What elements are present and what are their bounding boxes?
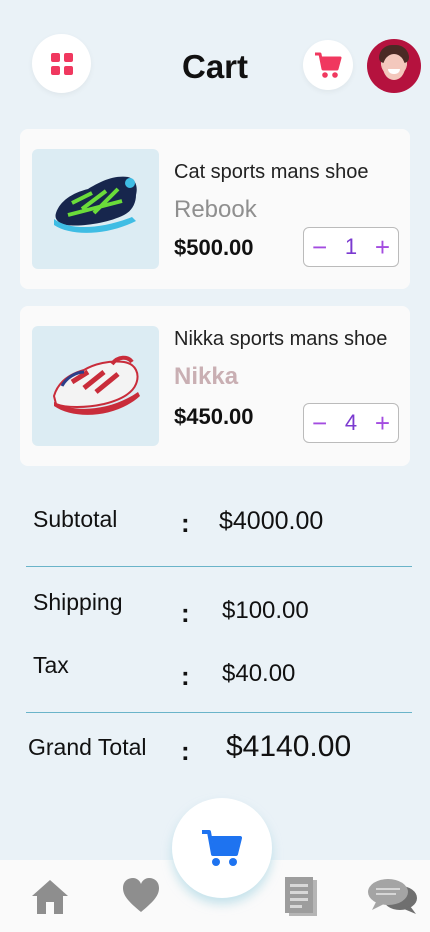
separator: :: [181, 661, 190, 691]
page-title: Cart: [181, 48, 249, 85]
nav-home[interactable]: [30, 876, 70, 916]
separator: :: [181, 736, 190, 766]
plus-icon[interactable]: +: [375, 408, 390, 439]
shipping-label: Shipping: [33, 589, 123, 615]
quantity-value: 1: [344, 234, 358, 259]
item-brand: Rebook: [174, 196, 257, 223]
quantity-value: 4: [344, 410, 358, 435]
item-brand: Nikka: [174, 363, 239, 390]
document-icon: [285, 877, 317, 916]
minus-icon[interactable]: −: [312, 232, 327, 263]
user-avatar[interactable]: [367, 39, 421, 93]
item-name: Cat sports mans shoe: [174, 161, 369, 183]
minus-icon[interactable]: −: [312, 408, 327, 439]
tax-label: Tax: [33, 652, 69, 678]
separator: :: [181, 598, 190, 628]
separator: :: [181, 508, 190, 538]
quantity-stepper: − 4 +: [303, 403, 399, 443]
heart-icon: [123, 878, 159, 912]
cart-icon: [315, 52, 342, 78]
grand-total-label: Grand Total: [28, 734, 147, 760]
nav-messages[interactable]: [366, 876, 420, 916]
nav-orders[interactable]: [283, 876, 319, 918]
item-name: Nikka sports mans shoe: [174, 328, 388, 350]
item-price: $450.00: [174, 404, 254, 429]
shipping-value: $100.00: [222, 597, 309, 624]
product-image: [32, 149, 159, 269]
subtotal-value: $4000.00: [219, 507, 324, 535]
subtotal-label: Subtotal: [33, 506, 118, 532]
cart-item: Cat sports mans shoe Rebook $500.00 − 1 …: [20, 129, 410, 289]
cart-button[interactable]: [303, 40, 353, 90]
grand-total-value: $4140.00: [226, 730, 352, 763]
nav-favorites[interactable]: [121, 876, 161, 916]
product-image: [32, 326, 159, 446]
divider: [26, 566, 412, 567]
item-price: $500.00: [174, 235, 254, 260]
plus-icon[interactable]: +: [375, 232, 390, 263]
home-icon: [32, 880, 68, 914]
tax-value: $40.00: [222, 660, 296, 687]
chat-icon: [368, 879, 417, 914]
quantity-stepper: − 1 +: [303, 227, 399, 267]
cart-icon: [202, 830, 242, 866]
cart-item: Nikka sports mans shoe Nikka $450.00 − 4…: [20, 306, 410, 466]
nav-cart-button[interactable]: [172, 798, 272, 898]
divider: [26, 712, 412, 713]
